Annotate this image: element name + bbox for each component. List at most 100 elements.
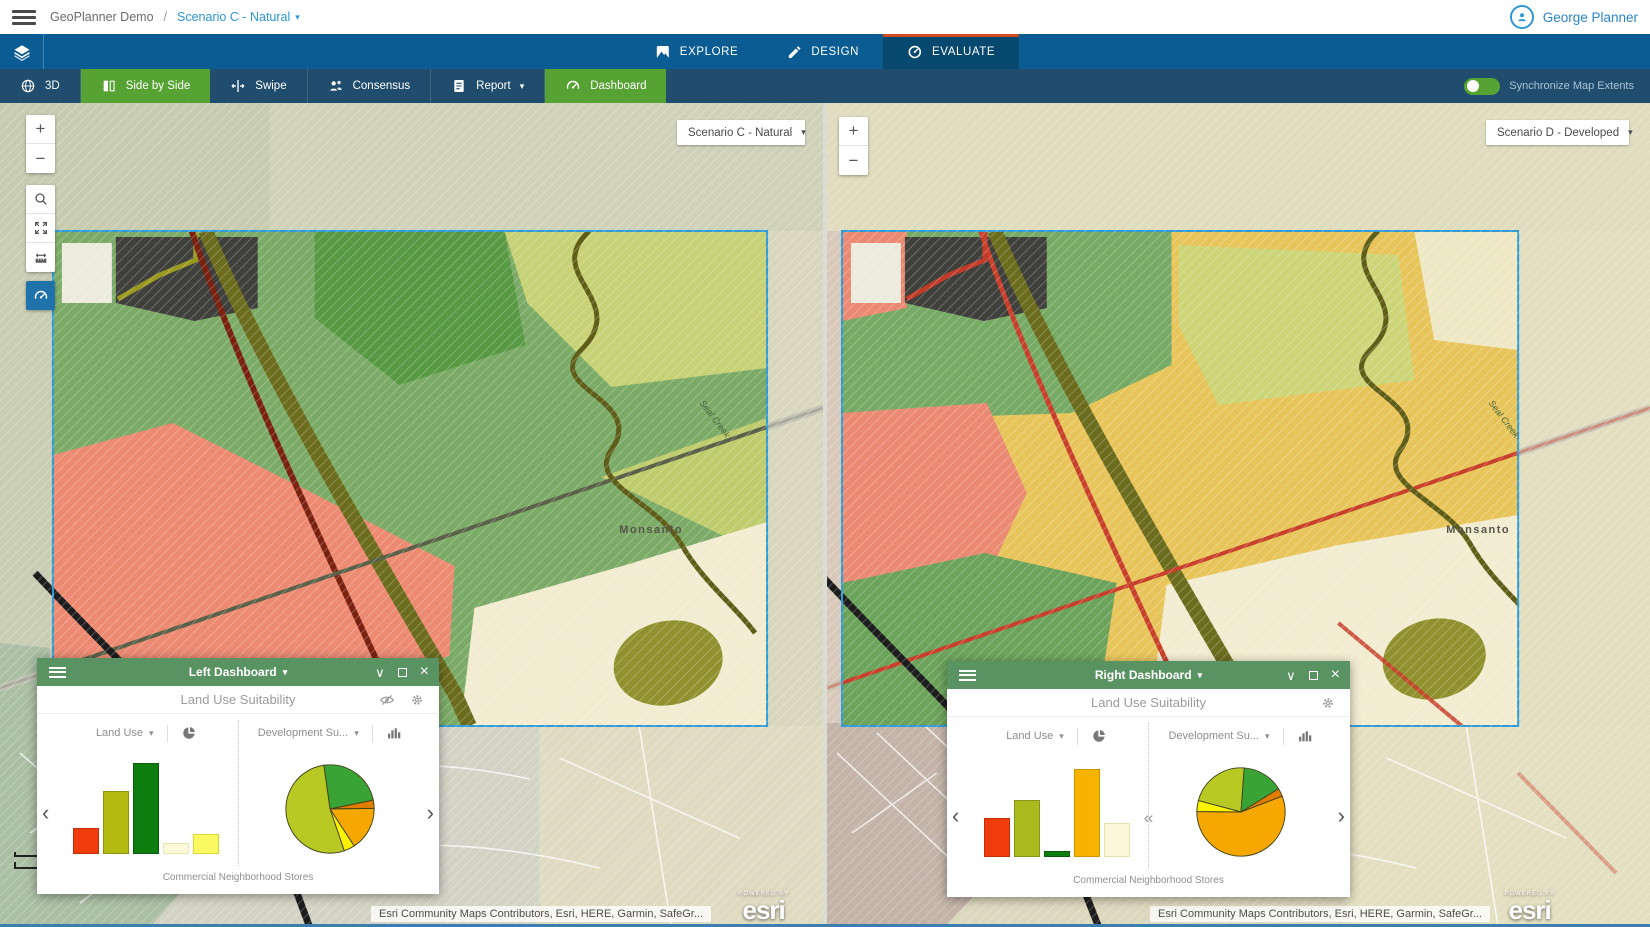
caret-down-icon: ▾ [1628,128,1633,137]
active-type-label: Commercial Neighborhood Stores [37,872,439,894]
settings-gear-icon[interactable] [409,692,425,708]
breadcrumb-scenario-dropdown[interactable]: Scenario C - Natural ▾ [177,10,300,24]
nav-bar: EXPLORE DESIGN EVALUATE [0,34,1650,69]
layers-icon [13,43,31,61]
dashboard-menu-icon[interactable] [49,667,66,678]
zoom-out-button[interactable]: − [839,146,868,175]
close-icon[interactable]: × [420,664,429,680]
map-pane-right: Monsanto Seal Creek + − Scenario D - Dev… [827,103,1650,927]
pencil-icon [786,44,802,60]
page-right-icon[interactable]: › [1338,805,1345,827]
left-scenario-dropdown[interactable]: Scenario C - Natural ▾ [677,120,805,145]
globe-icon [20,78,36,94]
right-dashboard-charts: ‹ Land Use ▾ « Develop [947,717,1350,875]
landuse-bar-chart [984,748,1130,875]
report-button[interactable]: Report ▾ [431,69,545,103]
left-devsuit-panel: Development Su... ▾ [239,714,422,872]
chart-selector-label[interactable]: Development Su... [258,727,349,739]
swipe-button[interactable]: Swipe [210,69,307,103]
chart-selector-label[interactable]: Land Use [96,727,143,739]
caret-down-icon: ▾ [283,668,288,677]
consensus-button[interactable]: Consensus [308,69,432,103]
report-icon [451,78,467,94]
dashboard-button[interactable]: Dashboard [545,69,666,103]
map-attribution: Esri Community Maps Contributors, Esri, … [371,906,711,922]
bar-segment [1104,823,1130,857]
close-icon[interactable]: × [1331,667,1340,683]
caret-down-icon[interactable]: ▾ [1265,732,1270,741]
zoom-out-button[interactable]: − [26,144,55,173]
left-dashboard-header[interactable]: Left Dashboard ▾ ∨ × [37,658,439,686]
page-left-icon[interactable]: ‹ [952,805,959,827]
caret-down-icon: ▾ [520,82,525,91]
pie-chart-type-icon[interactable] [181,725,197,741]
pie-chart [1193,764,1289,860]
3d-button[interactable]: 3D [0,69,81,103]
chart-selector-label[interactable]: Land Use [1006,730,1053,742]
full-extent-button[interactable] [26,214,55,243]
zoom-control: + − [26,115,55,173]
zoom-control: + − [839,117,868,175]
caret-down-icon[interactable]: ▾ [1059,732,1064,741]
esri-logo: Powered by esri [1504,891,1555,923]
bar-chart-type-icon[interactable] [386,725,402,741]
caret-down-icon: ▾ [295,13,300,22]
caret-down-icon: ▾ [801,128,806,137]
map-comparison-area: Monsanto Seal Creek + − Scenario C - Nat… [0,103,1650,927]
map-label-city: Monsanto [619,524,683,536]
map-label-city: Monsanto [1446,524,1510,536]
bar-segment [984,818,1010,857]
zoom-in-button[interactable]: + [839,117,868,146]
bar-segment [1044,851,1070,857]
dashboard-menu-icon[interactable] [959,670,976,681]
page-left-icon[interactable]: ‹ [42,802,49,824]
collapse-icon[interactable]: ∨ [1286,669,1296,682]
toggle-knob [1467,80,1479,92]
chart-selector-label[interactable]: Development Su... [1168,730,1259,742]
page-right-icon[interactable]: › [427,802,434,824]
left-landuse-panel: Land Use ▾ [55,714,238,872]
right-scenario-dropdown[interactable]: Scenario D - Developed ▾ [1486,120,1629,145]
caret-down-icon[interactable]: ▾ [354,729,359,738]
swipe-icon [230,78,246,94]
geoplanner-app: GeoPlanner Demo / Scenario C - Natural ▾… [0,0,1650,927]
tab-evaluate[interactable]: EVALUATE [883,34,1019,69]
menu-icon[interactable] [12,10,36,25]
sync-extents-control: Synchronize Map Extents [1464,69,1650,103]
bar-chart-type-icon[interactable] [1297,728,1313,744]
side-by-side-button[interactable]: Side by Side [81,69,211,103]
dashboard-gauge-icon [565,78,581,94]
sync-extents-toggle[interactable] [1464,78,1500,95]
bar-segment [103,791,129,854]
collapse-icon[interactable]: ∨ [375,666,385,679]
visibility-icon[interactable] [379,692,395,708]
map-tools [26,185,55,272]
settings-gear-icon[interactable] [1320,695,1336,711]
pie-chart-type-icon[interactable] [1091,728,1107,744]
measure-button[interactable] [26,243,55,272]
bar-segment [73,828,99,854]
dashboard-widget-button[interactable] [26,281,55,310]
caret-down-icon[interactable]: ▾ [149,729,154,738]
maximize-icon[interactable] [398,668,407,677]
landuse-bar-chart [73,745,219,872]
layers-button[interactable] [0,34,44,69]
user-menu[interactable]: George Planner [1510,5,1638,29]
sync-extents-label: Synchronize Map Extents [1509,80,1634,92]
consensus-icon [328,78,344,94]
left-dashboard-panel: Left Dashboard ▾ ∨ × Land Use Suitabilit… [37,658,439,894]
bar-segment [193,834,219,854]
maximize-icon[interactable] [1309,671,1318,680]
bar-segment [1014,800,1040,857]
right-dashboard-subtitle-bar: Land Use Suitability [947,689,1350,717]
suitability-title: Land Use Suitability [947,695,1350,710]
breadcrumb-project: GeoPlanner Demo [50,10,154,24]
evaluate-toolbar: 3D Side by Side Swipe Consensus Report ▾… [0,69,1650,103]
scroll-left-double-icon[interactable]: « [1144,809,1153,826]
search-button[interactable] [26,185,55,214]
zoom-in-button[interactable]: + [26,115,55,144]
tab-explore[interactable]: EXPLORE [631,34,763,69]
tab-design[interactable]: DESIGN [762,34,883,69]
right-dashboard-header[interactable]: Right Dashboard ▾ ∨ × [947,661,1350,689]
top-header-bar: GeoPlanner Demo / Scenario C - Natural ▾… [0,0,1650,34]
